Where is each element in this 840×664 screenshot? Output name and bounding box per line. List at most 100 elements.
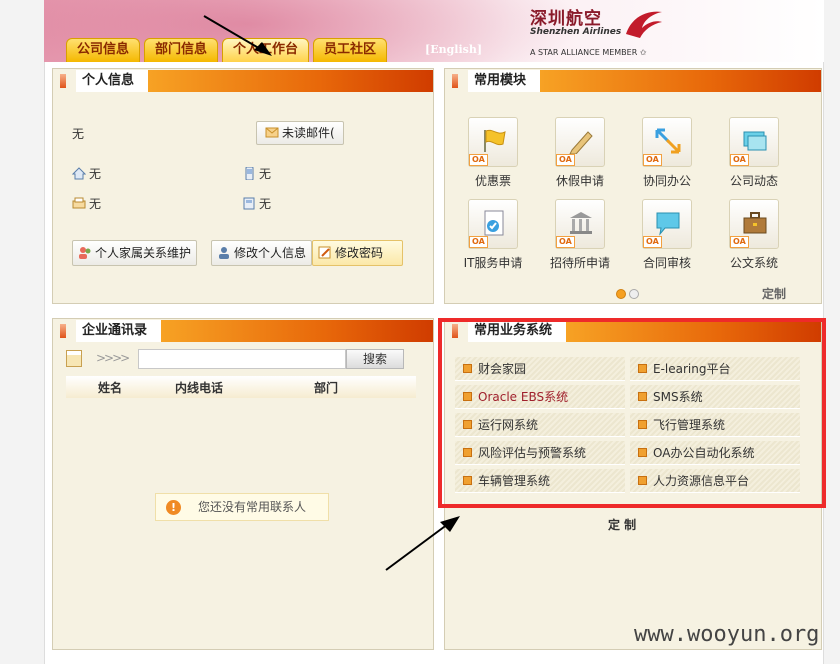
oa-badge: OA — [643, 154, 662, 166]
unread-mail-label: 未读邮件( — [282, 126, 335, 140]
oa-badge: OA — [469, 154, 488, 166]
module-company-news[interactable]: OA 公司动态 — [719, 117, 789, 189]
edit-profile-label: 修改个人信息 — [234, 246, 307, 260]
warning-icon: ! — [166, 500, 181, 515]
contacts-title: 企业通讯录 — [76, 320, 162, 342]
contacts-search-input[interactable] — [138, 349, 346, 369]
document-check-icon: OA — [468, 199, 518, 249]
module-label: 休假申请 — [555, 174, 604, 188]
module-guesthouse[interactable]: OA 招待所申请 — [545, 199, 615, 271]
pencil-icon: OA — [555, 117, 605, 167]
module-label: 合同审核 — [642, 256, 691, 270]
column-name: 姓名 — [98, 381, 123, 395]
mobile-icon — [245, 167, 254, 180]
header-bar — [540, 70, 821, 92]
column-department: 部门 — [314, 381, 339, 395]
family-relation-label: 个人家属关系维护 — [95, 246, 192, 260]
oa-badge: OA — [556, 154, 575, 166]
tab-company-info[interactable]: 公司信息 — [66, 38, 141, 62]
empty-contacts-notice: ! 您还没有常用联系人 — [155, 493, 329, 521]
business-customize-link[interactable]: 定 制 — [608, 516, 636, 533]
header-bar — [148, 70, 433, 92]
oa-badge: OA — [643, 236, 662, 248]
calendar-icon[interactable] — [66, 350, 82, 367]
oa-badge: OA — [556, 236, 575, 248]
edit-icon — [318, 246, 331, 259]
mobile-value: 无 — [259, 167, 272, 181]
home-icon — [72, 167, 86, 180]
module-contract-review[interactable]: OA 合同审核 — [632, 199, 702, 271]
unread-mail-button[interactable]: 未读邮件( — [256, 121, 344, 145]
personal-info-header: 个人信息 — [53, 69, 433, 93]
module-discount-ticket[interactable]: OA 优惠票 — [458, 117, 528, 189]
home-phone-row: 无 — [72, 165, 101, 182]
module-label: 协同办公 — [642, 174, 691, 188]
fax-value: 无 — [89, 197, 102, 211]
module-leave-request[interactable]: OA 休假申请 — [545, 117, 615, 189]
module-label: 优惠票 — [474, 174, 511, 188]
change-password-button[interactable]: 修改密码 — [312, 240, 403, 266]
office-phone-value: 无 — [259, 197, 272, 211]
tab-department-info[interactable]: 部门信息 — [144, 38, 219, 62]
logo-cn-text: 深圳航空 — [530, 9, 602, 29]
oa-badge: OA — [730, 236, 749, 248]
module-label: IT服务申请 — [463, 256, 523, 270]
carousel-dot-2[interactable] — [629, 289, 639, 299]
contacts-search-button[interactable]: 搜索 — [346, 349, 404, 369]
carousel-dot-1[interactable] — [616, 289, 626, 299]
english-link[interactable]: [English] — [425, 43, 482, 56]
home-phone-value: 无 — [89, 167, 102, 181]
mail-icon — [265, 127, 279, 138]
logo-en-text: Shenzhen Airlines — [530, 27, 622, 37]
user-icon — [219, 247, 229, 259]
contacts-header: 企业通讯录 — [53, 319, 433, 343]
personal-info-panel: 个人信息 — [52, 68, 434, 304]
fax-row: 无 — [72, 195, 101, 212]
empty-contacts-text: 您还没有常用联系人 — [198, 500, 307, 514]
logo-alliance-text: A STAR ALLIANCE MEMBER ✩ — [530, 48, 647, 57]
modules-customize-link[interactable]: 定制 — [762, 285, 786, 302]
sync-arrows-icon: OA — [642, 117, 692, 167]
contacts-table-header: 姓名 内线电话 部门 — [66, 376, 416, 398]
airline-logo: 深圳航空 Shenzhen Airlines A STAR ALLIANCE M… — [530, 4, 690, 60]
carousel-dots — [616, 288, 642, 302]
header-marker — [452, 74, 458, 88]
watermark-text: www.wooyun.org — [634, 622, 820, 647]
mobile-row: 无 — [242, 165, 271, 182]
module-label: 招待所申请 — [549, 256, 610, 270]
header-marker — [60, 74, 66, 88]
phone-icon — [243, 197, 255, 210]
column-extension: 内线电话 — [175, 381, 224, 395]
oa-badge: OA — [730, 154, 749, 166]
edit-profile-button[interactable]: 修改个人信息 — [211, 240, 313, 266]
chevrons-icon: >>>> — [96, 351, 130, 365]
header-marker — [60, 324, 66, 338]
cards-icon: OA — [729, 117, 779, 167]
building-icon: OA — [555, 199, 605, 249]
name-value: 无 — [72, 127, 85, 141]
bird-logo-icon — [626, 11, 662, 38]
personal-info-title: 个人信息 — [76, 70, 149, 92]
header-bar — [161, 320, 433, 342]
briefcase-icon: OA — [729, 199, 779, 249]
office-phone-row: 无 — [242, 195, 271, 212]
module-document-system[interactable]: OA 公文系统 — [719, 199, 789, 271]
family-relation-button[interactable]: 个人家属关系维护 — [72, 240, 198, 266]
common-modules-header: 常用模块 — [445, 69, 821, 93]
tab-employee-community[interactable]: 员工社区 — [313, 38, 388, 62]
flag-icon: OA — [468, 117, 518, 167]
common-modules-title: 常用模块 — [468, 70, 541, 92]
speech-bubble-icon: OA — [642, 199, 692, 249]
contacts-search-row: >>>> 搜索 — [66, 349, 416, 371]
module-label: 公司动态 — [729, 174, 778, 188]
main-tabs: 公司信息 部门信息 个人工作台 员工社区 — [66, 38, 388, 62]
fax-icon — [72, 197, 86, 209]
module-label: 公文系统 — [729, 256, 778, 270]
module-collaboration[interactable]: OA 协同办公 — [632, 117, 702, 189]
oa-badge: OA — [469, 236, 488, 248]
change-password-label: 修改密码 — [335, 246, 384, 260]
module-it-service[interactable]: OA IT服务申请 — [458, 199, 528, 271]
header-banner: 公司信息 部门信息 个人工作台 员工社区 [English] 深圳航空 Shen… — [44, 0, 824, 62]
highlight-box — [438, 318, 826, 508]
tab-personal-workspace[interactable]: 个人工作台 — [222, 38, 310, 62]
